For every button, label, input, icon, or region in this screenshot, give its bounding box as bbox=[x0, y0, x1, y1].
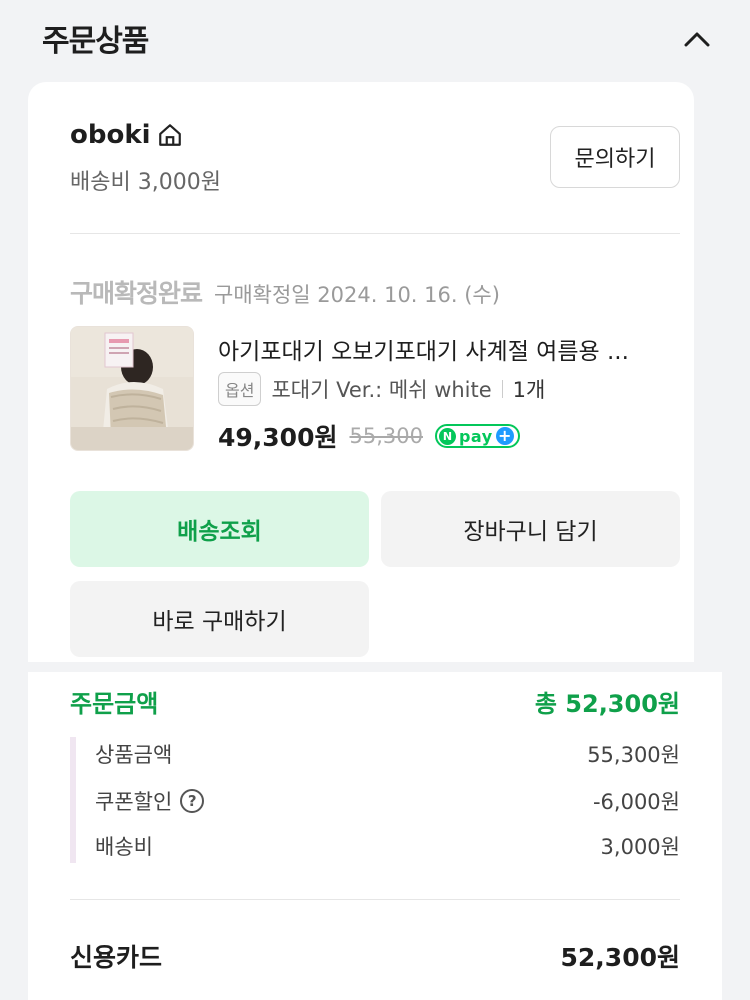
quantity: 1개 bbox=[512, 378, 546, 402]
payment-amount: 52,300원 bbox=[560, 943, 680, 972]
confirm-date: 구매확정일 2024. 10. 16. (수) bbox=[214, 283, 500, 307]
summary-row-value: 3,000원 bbox=[600, 835, 680, 859]
inquiry-button[interactable]: 문의하기 bbox=[550, 126, 680, 188]
npay-text: pay bbox=[458, 426, 493, 446]
order-status: 구매확정완료 bbox=[70, 279, 203, 308]
help-icon[interactable]: ? bbox=[180, 789, 205, 813]
store-name[interactable]: oboki bbox=[70, 120, 151, 150]
product-image bbox=[71, 327, 193, 450]
add-to-cart-button[interactable]: 장바구니 담기 bbox=[381, 491, 680, 567]
collapse-button[interactable] bbox=[680, 22, 714, 56]
price-row: 49,300원 55,300 N pay + bbox=[218, 418, 520, 454]
divider bbox=[70, 233, 680, 234]
summary-row-value: 55,300원 bbox=[587, 743, 680, 767]
product-option-row: 옵션 포대기 Ver.: 메쉬 white 1개 bbox=[218, 372, 546, 406]
summary-row-label: 쿠폰할인 bbox=[95, 790, 173, 814]
option-separator bbox=[501, 380, 503, 398]
track-delivery-button[interactable]: 배송조회 bbox=[70, 491, 369, 567]
product-name[interactable]: 아기포대기 오보기포대기 사계절 여름용 ... bbox=[218, 332, 678, 366]
summary-indent-bar bbox=[70, 737, 76, 863]
summary-row-label: 배송비 bbox=[95, 835, 153, 859]
sale-price: 49,300원 bbox=[218, 423, 338, 452]
store-shipping-fee: 배송비 3,000원 bbox=[70, 170, 221, 195]
npay-logo: N pay + bbox=[434, 424, 520, 448]
section-title: 주문상품 bbox=[42, 24, 149, 59]
home-icon[interactable] bbox=[157, 122, 183, 148]
npay-n-icon: N bbox=[438, 427, 456, 445]
divider bbox=[70, 899, 680, 900]
product-thumbnail[interactable] bbox=[70, 326, 194, 451]
order-total: 총 52,300원 bbox=[534, 690, 680, 718]
chevron-up-icon bbox=[684, 32, 710, 47]
summary-row-label: 상품금액 bbox=[95, 743, 173, 767]
section-header: 주문상품 bbox=[14, 0, 736, 80]
option-text: 포대기 Ver.: 메쉬 white bbox=[271, 378, 492, 402]
payment-method: 신용카드 bbox=[70, 943, 163, 972]
summary-row-value: -6,000원 bbox=[592, 790, 680, 814]
coupon-row: 쿠폰할인 ? bbox=[95, 786, 205, 816]
store-name-row[interactable]: oboki bbox=[70, 120, 183, 150]
npay-plus-icon: + bbox=[495, 427, 514, 445]
option-tag: 옵션 bbox=[218, 372, 262, 406]
order-amount-label: 주문금액 bbox=[70, 690, 159, 718]
order-status-row: 구매확정완료 구매확정일 2024. 10. 16. (수) bbox=[70, 274, 500, 310]
buy-now-button[interactable]: 바로 구매하기 bbox=[70, 581, 369, 657]
original-price: 55,300 bbox=[349, 424, 423, 448]
